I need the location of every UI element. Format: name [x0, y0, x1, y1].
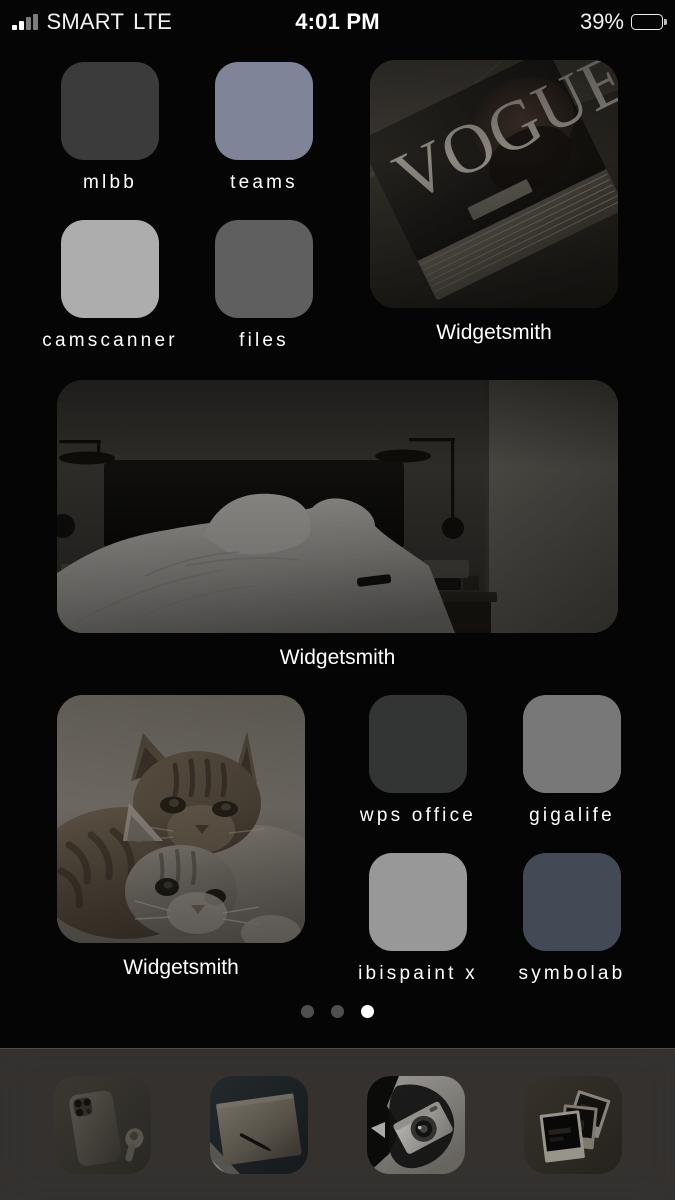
two-kittens-photo — [57, 695, 305, 943]
widget-widgetsmith-bedroom[interactable]: Widgetsmith — [57, 380, 618, 670]
status-bar-right: 39% — [579, 0, 667, 44]
app-label: mlbb — [83, 172, 137, 193]
app-mlbb[interactable]: mlbb — [34, 62, 186, 194]
app-label: symbolab — [518, 963, 626, 984]
widget-label: Widgetsmith — [436, 321, 552, 344]
page-indicator[interactable] — [0, 1005, 675, 1018]
app-gigalife[interactable]: gigalife — [496, 695, 648, 827]
page-dot[interactable] — [331, 1005, 344, 1018]
widget-label: Widgetsmith — [279, 646, 396, 669]
app-label: ibispaint x — [358, 963, 478, 984]
app-label: camscanner — [42, 330, 178, 351]
app-label: gigalife — [529, 805, 615, 826]
camera-in-hand-photo-icon[interactable] — [366, 1075, 465, 1174]
ibispaint-x-icon — [369, 853, 467, 951]
home-screen: SMART LTE 4:01 PM 39% Widgetsmith mlbb t… — [0, 0, 675, 1200]
page-dot-active[interactable] — [361, 1005, 374, 1018]
app-label: teams — [230, 172, 298, 193]
symbolab-icon — [523, 853, 621, 951]
gigalife-icon — [523, 695, 621, 793]
polaroid-photos-photo-icon[interactable] — [523, 1075, 622, 1174]
app-camscanner[interactable]: camscanner — [34, 220, 186, 352]
vogue-magazines-photo: VOGUE — [370, 60, 618, 308]
app-label: wps office — [359, 805, 477, 826]
clock-label: 4:01 PM — [295, 9, 380, 34]
wps-office-icon — [369, 695, 467, 793]
files-icon — [215, 220, 313, 318]
camscanner-icon — [61, 220, 159, 318]
teams-icon — [215, 62, 313, 160]
app-wps-office[interactable]: wps office — [342, 695, 494, 827]
page-dot[interactable] — [301, 1005, 314, 1018]
app-files[interactable]: files — [188, 220, 340, 352]
app-grid: VOGUE Widgetsmith mlbb teams cam — [0, 0, 675, 1045]
battery-icon — [631, 14, 667, 30]
app-teams[interactable]: teams — [188, 62, 340, 194]
dark-bedroom-photo — [57, 380, 618, 633]
widget-label: Widgetsmith — [123, 956, 239, 979]
iphone-and-airpods-photo-icon[interactable] — [53, 1075, 152, 1174]
battery-percent-label: 39% — [579, 9, 624, 34]
status-bar: SMART LTE 4:01 PM 39% — [0, 0, 675, 44]
widget-widgetsmith-vogue[interactable]: VOGUE Widgetsmith — [370, 60, 618, 345]
app-symbolab[interactable]: symbolab — [496, 853, 648, 985]
notebook-and-pen-photo-icon[interactable] — [210, 1075, 309, 1174]
app-ibispaint-x[interactable]: ibispaint x — [342, 853, 494, 985]
widget-widgetsmith-kittens[interactable]: Widgetsmith — [57, 695, 305, 980]
dock — [0, 1048, 675, 1200]
mlbb-icon — [61, 62, 159, 160]
app-label: files — [239, 330, 289, 351]
